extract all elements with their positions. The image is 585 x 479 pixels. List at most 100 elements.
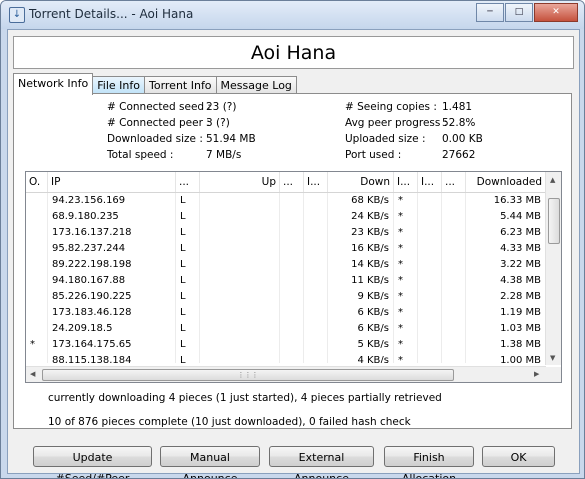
tab-message-log[interactable]: Message Log: [215, 76, 297, 94]
cell-ip: 89.222.198.198: [48, 257, 176, 273]
cell-downloaded: 4.38 MB: [466, 273, 546, 289]
cell-empty: [280, 353, 304, 363]
tab-network-info[interactable]: Network Info: [13, 73, 94, 95]
cell-up: [200, 305, 280, 321]
cell-flags: L: [176, 337, 200, 353]
cell-interested: *: [394, 209, 418, 225]
scroll-right-arrow-icon[interactable]: ▶: [534, 370, 539, 378]
cell-empty: [442, 241, 466, 257]
scroll-down-arrow-icon[interactable]: ▼: [550, 354, 555, 362]
cell-downloaded: 1.00 MB: [466, 353, 546, 363]
avg-peer-progress-value: 52.8%: [442, 117, 476, 129]
column-header-flags[interactable]: ...: [176, 172, 200, 192]
cell-empty: [418, 305, 442, 321]
cell-interested: *: [394, 305, 418, 321]
cell-interested: *: [394, 353, 418, 363]
external-announce-button[interactable]: External Announce: [269, 446, 374, 478]
avg-peer-progress-label: Avg peer progress :: [345, 117, 448, 129]
tab-file-info[interactable]: File Info: [92, 76, 145, 94]
ok-button[interactable]: OK: [482, 446, 555, 467]
cell-up: [200, 353, 280, 363]
peer-row[interactable]: 85.226.190.225 L 9 KB/s * 2.28 MB: [26, 289, 546, 305]
cell-downloaded: 3.22 MB: [466, 257, 546, 273]
cell-origin: [26, 257, 48, 273]
cell-empty: [304, 337, 328, 353]
vertical-scroll-thumb[interactable]: [548, 198, 560, 244]
cell-flags: L: [176, 209, 200, 225]
network-info-panel: # Connected seed : 23 (?) # Connected pe…: [13, 93, 572, 429]
peer-row[interactable]: 94.23.156.169 L 68 KB/s * 16.33 MB: [26, 193, 546, 209]
cell-empty: [304, 209, 328, 225]
cell-empty: [280, 337, 304, 353]
download-arrow-icon: ↓: [9, 7, 25, 23]
cell-empty: [280, 209, 304, 225]
maximize-button[interactable]: □: [505, 3, 533, 22]
cell-empty: [280, 321, 304, 337]
finish-allocation-button[interactable]: Finish Allocation: [384, 446, 474, 478]
column-header-down[interactable]: Down: [328, 172, 394, 192]
peer-row[interactable]: 24.209.18.5 L 6 KB/s * 1.03 MB: [26, 321, 546, 337]
update-seed-peer-button[interactable]: Update #Seed/#Peer: [33, 446, 152, 478]
cell-empty: [418, 289, 442, 305]
column-header-4[interactable]: ...: [280, 172, 304, 192]
cell-empty: [442, 305, 466, 321]
cell-up: [200, 225, 280, 241]
window-title: Torrent Details... - Aoi Hana: [29, 7, 194, 21]
cell-interested: *: [394, 337, 418, 353]
tab-torrent-info[interactable]: Torrent Info: [143, 76, 217, 94]
peer-row[interactable]: 173.183.46.128 L 6 KB/s * 1.19 MB: [26, 305, 546, 321]
cell-ip: 24.209.18.5: [48, 321, 176, 337]
peer-row[interactable]: 68.9.180.235 L 24 KB/s * 5.44 MB: [26, 209, 546, 225]
horizontal-scroll-thumb[interactable]: ⋮⋮⋮: [42, 369, 454, 381]
cell-interested: *: [394, 257, 418, 273]
column-header-5[interactable]: I...: [304, 172, 328, 192]
manual-announce-button[interactable]: Manual Announce: [160, 446, 260, 478]
cell-flags: L: [176, 289, 200, 305]
downloaded-size-value: 51.94 MB: [206, 133, 256, 145]
cell-empty: [418, 273, 442, 289]
minimize-icon: ─: [487, 7, 493, 17]
cell-down: 16 KB/s: [328, 241, 394, 257]
peer-rows: 94.23.156.169 L 68 KB/s * 16.33 MB 68.9.180.2…: [26, 193, 546, 363]
window-controls: ─ □ ✕: [475, 3, 578, 22]
cell-down: 6 KB/s: [328, 305, 394, 321]
column-header-origin[interactable]: O.: [26, 172, 48, 192]
column-header-downloaded[interactable]: Downloaded: [466, 172, 546, 192]
cell-downloaded: 6.23 MB: [466, 225, 546, 241]
column-header-8[interactable]: I...: [418, 172, 442, 192]
horizontal-scrollbar[interactable]: ◀ ⋮⋮⋮ ▶: [26, 366, 546, 382]
cell-empty: [280, 289, 304, 305]
cell-empty: [280, 273, 304, 289]
cell-down: 68 KB/s: [328, 193, 394, 209]
peer-row[interactable]: 173.16.137.218 L 23 KB/s * 6.23 MB: [26, 225, 546, 241]
cell-empty: [418, 337, 442, 353]
peer-row[interactable]: 88.115.138.184 L 4 KB/s * 1.00 MB: [26, 353, 546, 363]
cell-empty: [304, 193, 328, 209]
column-header-9[interactable]: ...: [442, 172, 466, 192]
peer-row[interactable]: 89.222.198.198 L 14 KB/s * 3.22 MB: [26, 257, 546, 273]
cell-up: [200, 321, 280, 337]
column-header-interested[interactable]: I...: [394, 172, 418, 192]
column-header-up[interactable]: Up: [200, 172, 280, 192]
close-button[interactable]: ✕: [534, 3, 578, 22]
title-bar[interactable]: ↓ Torrent Details... - Aoi Hana ─ □ ✕: [1, 1, 584, 29]
cell-empty: [442, 353, 466, 363]
cell-interested: *: [394, 321, 418, 337]
cell-downloaded: 1.38 MB: [466, 337, 546, 353]
uploaded-size-label: Uploaded size :: [345, 133, 426, 145]
connected-peer-value: 3 (?): [206, 117, 230, 129]
column-header-ip[interactable]: IP: [48, 172, 176, 192]
peer-row[interactable]: * 173.164.175.65 L 5 KB/s * 1.38 MB: [26, 337, 546, 353]
cell-downloaded: 2.28 MB: [466, 289, 546, 305]
cell-downloaded: 4.33 MB: [466, 241, 546, 257]
scroll-up-arrow-icon[interactable]: ▲: [550, 176, 555, 184]
cell-empty: [304, 273, 328, 289]
scroll-left-arrow-icon[interactable]: ◀: [30, 370, 35, 378]
cell-up: [200, 209, 280, 225]
peer-row[interactable]: 95.82.237.244 L 16 KB/s * 4.33 MB: [26, 241, 546, 257]
peer-row[interactable]: 94.180.167.88 L 11 KB/s * 4.38 MB: [26, 273, 546, 289]
cell-flags: L: [176, 273, 200, 289]
minimize-button[interactable]: ─: [476, 3, 504, 22]
vertical-scrollbar[interactable]: ▲ ▼: [545, 172, 561, 365]
cell-ip: 94.180.167.88: [48, 273, 176, 289]
